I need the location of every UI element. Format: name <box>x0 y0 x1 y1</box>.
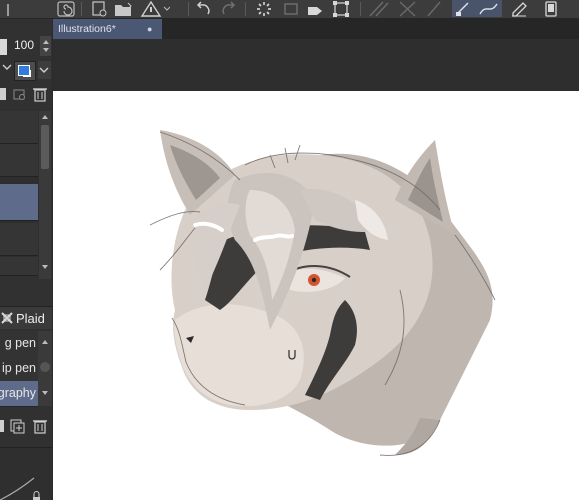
transform-icon[interactable] <box>280 0 302 17</box>
spiral-icon[interactable] <box>55 0 77 17</box>
color-swatch[interactable] <box>14 61 36 81</box>
character-illustration <box>149 130 496 456</box>
device-icon[interactable] <box>540 0 562 17</box>
brush-item[interactable]: g pen <box>0 331 38 357</box>
canvas-area[interactable] <box>53 39 579 500</box>
subtool-group-label: Plaid <box>16 311 45 326</box>
main-color[interactable] <box>18 65 30 76</box>
layer-list <box>0 111 40 276</box>
chevron-down-icon[interactable] <box>38 381 52 406</box>
plaid-icon <box>1 312 13 324</box>
subtool-header[interactable]: Plaid <box>0 306 52 329</box>
snap-icon[interactable] <box>424 0 444 17</box>
ruler-icon[interactable] <box>366 0 392 17</box>
tool-property-panel <box>0 447 52 500</box>
undo-icon[interactable] <box>192 0 214 17</box>
layer-row[interactable] <box>0 257 38 276</box>
new-file-icon[interactable] <box>88 0 110 17</box>
brush-label: graphy <box>0 386 36 400</box>
toolbar-separator <box>245 2 246 16</box>
add-subtool-icon[interactable] <box>10 419 25 434</box>
stroke-icon[interactable] <box>476 0 502 17</box>
main-toolbar <box>0 0 579 19</box>
toolbar-separator <box>81 2 82 16</box>
swatch-dropdown[interactable] <box>38 61 51 79</box>
chevron-down-icon <box>39 67 49 73</box>
pressure-curve[interactable] <box>0 448 52 500</box>
edit-icon[interactable] <box>508 0 530 17</box>
menu-edge <box>0 0 20 17</box>
subtool-actions <box>0 417 52 435</box>
toolbar-separator <box>360 2 361 16</box>
layer-row-selected[interactable] <box>0 184 38 221</box>
add-layer-icon[interactable] <box>0 88 6 100</box>
layer-row[interactable] <box>0 111 38 144</box>
tab-title: Illustration6* <box>58 23 116 35</box>
brush-item-selected[interactable]: graphy <box>0 381 38 407</box>
lock-icon[interactable] <box>33 491 40 500</box>
trash-icon[interactable] <box>33 420 47 434</box>
trash-icon[interactable] <box>33 88 47 102</box>
fill-icon[interactable] <box>304 0 328 17</box>
brush-label: ip pen <box>1 361 36 375</box>
opacity-stepper[interactable] <box>40 36 51 56</box>
layer-row[interactable] <box>0 144 38 177</box>
toolbar-separator <box>188 2 189 16</box>
loading-icon[interactable] <box>252 0 276 17</box>
brush-scroll <box>38 381 52 406</box>
brush-label: g pen <box>4 336 36 350</box>
warning-icon[interactable] <box>140 0 170 17</box>
brush-scroll <box>38 331 52 356</box>
scroll-thumb[interactable] <box>40 362 50 372</box>
opacity-slider[interactable] <box>0 39 7 55</box>
layer-row[interactable] <box>0 223 38 256</box>
redo-icon[interactable] <box>218 0 240 17</box>
grid-icon[interactable] <box>396 0 420 17</box>
folder-icon[interactable] <box>13 89 25 100</box>
brush-scroll <box>38 356 52 381</box>
left-panel: 100 Plaid g pen ip pen graphy <box>0 19 52 500</box>
selection-icon[interactable] <box>330 0 352 17</box>
pen-pressure-icon[interactable] <box>452 0 476 17</box>
canvas-paper[interactable] <box>53 91 579 500</box>
opacity-value[interactable]: 100 <box>14 38 34 52</box>
chevron-down-icon[interactable] <box>2 61 12 73</box>
brush-item[interactable]: ip pen <box>0 356 38 382</box>
copy-subtool-icon[interactable] <box>0 420 4 432</box>
open-folder-icon[interactable] <box>112 0 136 17</box>
chevron-up-icon[interactable] <box>38 331 52 356</box>
layer-scrollbar[interactable] <box>39 111 51 279</box>
layer-actions <box>0 85 52 103</box>
close-icon[interactable]: ● <box>147 24 152 34</box>
document-tab-strip: Illustration6* ● <box>53 19 579 39</box>
tab-illustration6[interactable]: Illustration6* ● <box>53 19 162 39</box>
scroll-arrows <box>42 115 48 269</box>
